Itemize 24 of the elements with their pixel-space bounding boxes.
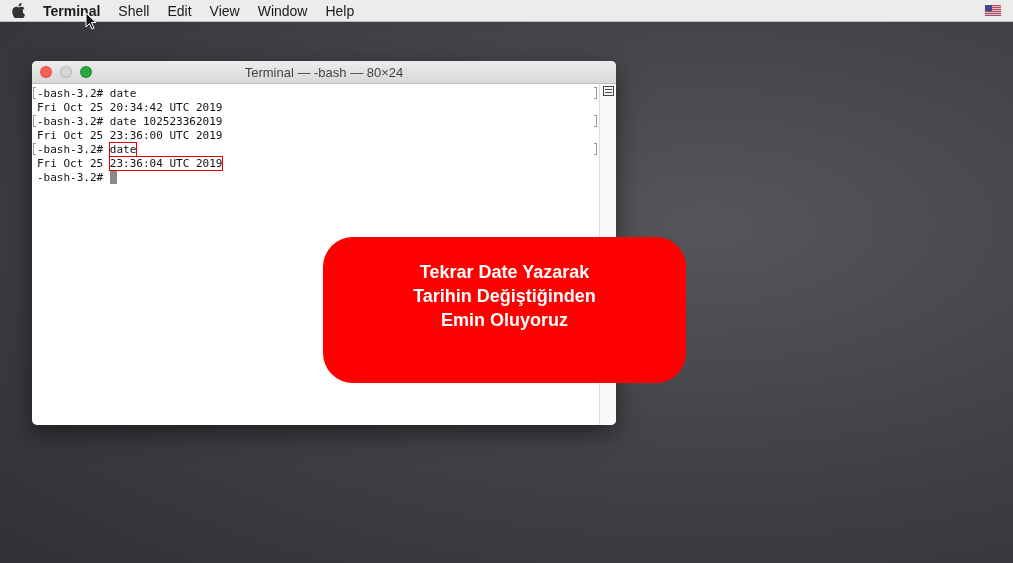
close-button[interactable]: [40, 66, 52, 78]
terminal-text: Fri Oct 25 20:34:42 UTC 2019: [37, 100, 223, 114]
highlighted-text: date: [109, 142, 137, 156]
menu-item[interactable]: Window: [257, 2, 308, 19]
list-icon[interactable]: [602, 86, 614, 96]
flag-icon[interactable]: [985, 5, 1001, 16]
callout-text: Tarihin Değiştiğinden: [413, 285, 596, 308]
menu-item[interactable]: Help: [325, 2, 355, 19]
terminal-text: Fri Oct 25: [37, 156, 105, 170]
window-title: Terminal — -bash — 80×24: [243, 64, 405, 80]
terminal-text: -bash-3.2# date: [37, 86, 137, 100]
menu-item[interactable]: Shell: [118, 2, 150, 19]
menu-item[interactable]: Edit: [167, 2, 192, 19]
terminal-text: -bash-3.2#: [37, 142, 105, 156]
callout-text: Emin Oluyoruz: [441, 309, 568, 332]
highlighted-text: 23:36:04 UTC 2019: [109, 156, 223, 170]
zoom-button[interactable]: [80, 66, 92, 78]
terminal-text: -bash-3.2#: [37, 170, 105, 184]
menu-item[interactable]: View: [209, 2, 240, 19]
terminal-text: Fri Oct 25 23:36:00 UTC 2019: [37, 128, 223, 142]
apple-icon[interactable]: [12, 3, 25, 18]
app-menu[interactable]: Terminal: [43, 2, 101, 19]
callout-text: Tekrar Date Yazarak: [419, 261, 590, 284]
terminal-text: -bash-3.2# date 102523362019: [37, 114, 223, 128]
